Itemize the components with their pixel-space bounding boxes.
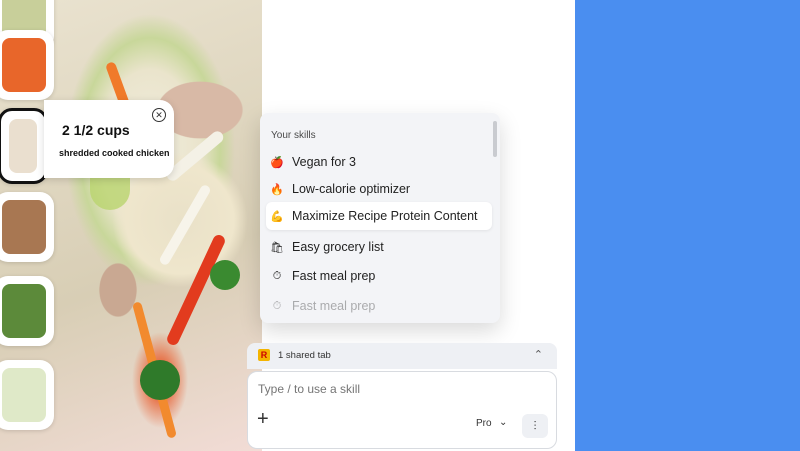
ingredient-thumb[interactable]: [0, 30, 54, 100]
skill-label: Fast meal prep: [292, 269, 376, 283]
ingredient-description: shredded cooked chicken: [59, 148, 170, 158]
plus-icon[interactable]: +: [257, 408, 269, 431]
ingredient-card: 2 1/2 cups shredded cooked chicken ✕: [44, 100, 174, 178]
skill-label: Low-calorie optimizer: [292, 182, 411, 196]
skill-label: Easy grocery list: [292, 240, 384, 254]
ingredient-thumb[interactable]: [0, 276, 54, 346]
skill-label: Vegan for 3: [292, 155, 356, 169]
skill-item-vegan[interactable]: 🍎 Vegan for 3: [266, 148, 492, 176]
recipe-photo: 2 1/2 cups shredded cooked chicken ✕: [0, 0, 262, 451]
ingredient-thumbnails: [0, 0, 54, 451]
ingredient-thumb[interactable]: [0, 192, 54, 262]
skill-label: Maximize Recipe Protein Content: [292, 209, 478, 223]
ingredient-quantity: 2 1/2 cups: [62, 122, 130, 138]
shopping-bag-icon: 🛍: [270, 241, 284, 254]
prompt-input[interactable]: [258, 382, 508, 396]
model-selector[interactable]: Pro: [476, 418, 492, 429]
composer: + Pro ⌄ ⫶: [247, 371, 557, 449]
scrollbar[interactable]: [493, 121, 497, 157]
stopwatch-icon: ⏱: [272, 299, 282, 312]
flexed-bicep-icon: 💪: [270, 210, 284, 223]
skill-item-low-calorie[interactable]: 🔥 Low-calorie optimizer: [266, 175, 492, 203]
skills-menu: Your skills 🍎 Vegan for 3 🔥 Low-calorie …: [260, 113, 500, 323]
skill-item-protein[interactable]: 💪 Maximize Recipe Protein Content: [266, 202, 492, 230]
chevron-up-icon[interactable]: ⌃: [534, 348, 543, 361]
skill-label: Fast meal prep: [292, 299, 376, 313]
audio-wave-icon[interactable]: ⫶: [522, 414, 548, 438]
shared-tab-bar[interactable]: R 1 shared tab ⌃: [247, 343, 557, 369]
stopwatch-icon: ⏱: [272, 269, 282, 282]
ingredient-thumb-active[interactable]: [0, 108, 48, 184]
skill-item-meal-prep[interactable]: ⏱ Fast meal prep: [266, 292, 492, 320]
site-favicon-icon: R: [258, 349, 270, 361]
apple-icon: 🍎: [270, 156, 284, 169]
shared-tab-label: 1 shared tab: [278, 350, 331, 361]
skill-item-grocery[interactable]: 🛍 Easy grocery list: [266, 233, 492, 261]
close-icon[interactable]: ✕: [152, 108, 166, 122]
fire-icon: 🔥: [270, 183, 284, 196]
skills-header: Your skills: [271, 130, 316, 141]
chevron-down-icon[interactable]: ⌄: [499, 417, 507, 428]
skill-item-meal-prep[interactable]: ⏱ Fast meal prep: [266, 262, 492, 290]
ingredient-thumb[interactable]: [0, 360, 54, 430]
